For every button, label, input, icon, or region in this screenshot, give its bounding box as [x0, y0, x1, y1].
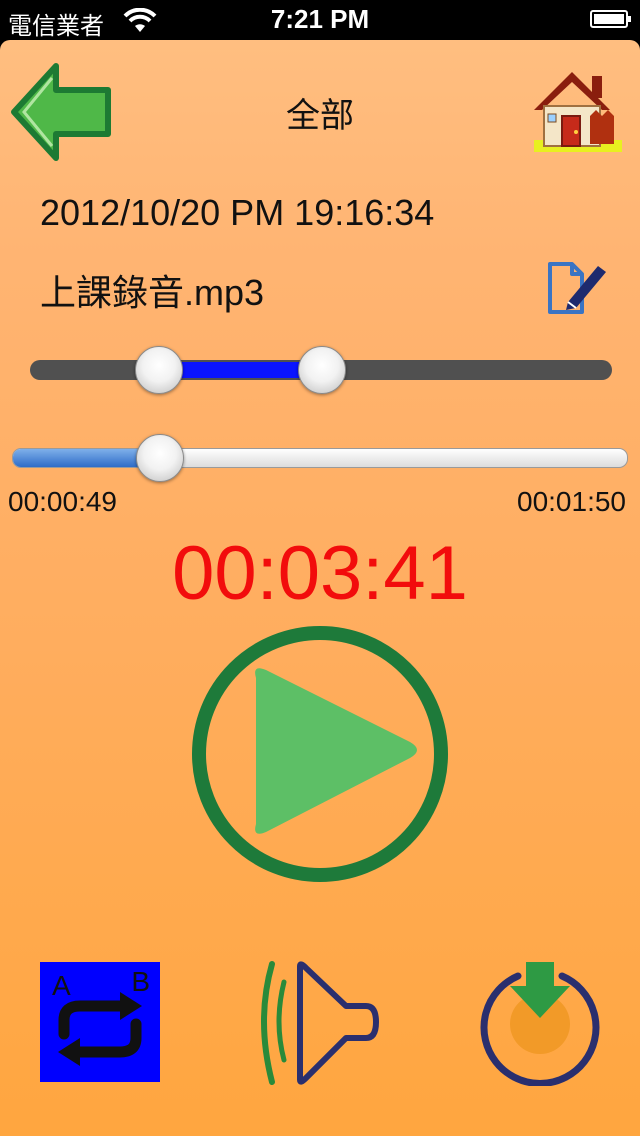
- recording-filename: 上課錄音.mp3: [40, 272, 265, 313]
- range-end-handle[interactable]: [298, 346, 346, 394]
- battery-icon: [590, 10, 631, 28]
- progress-track[interactable]: [12, 448, 628, 468]
- repeat-icon: [58, 992, 142, 1066]
- status-bar: 電信業者 7:21 PM: [0, 0, 640, 40]
- volume-button[interactable]: [254, 960, 384, 1086]
- end-time: 00:01:50: [517, 486, 626, 517]
- download-icon: [480, 962, 600, 1087]
- download-button[interactable]: [478, 958, 602, 1087]
- house-icon: [534, 72, 622, 152]
- current-time: 00:00:49: [8, 486, 117, 517]
- speaker-icon: [261, 961, 379, 1085]
- ab-repeat-button[interactable]: A B: [40, 962, 160, 1082]
- edit-document-icon: [548, 262, 606, 314]
- play-button[interactable]: [190, 624, 450, 884]
- home-button[interactable]: [526, 66, 622, 156]
- range-start-handle[interactable]: [135, 346, 184, 394]
- player-screen: 全部 2012/10/20 PM 19:16:34 上課錄音.mp3 00:00…: [0, 40, 640, 1136]
- progress-handle[interactable]: [136, 434, 185, 482]
- play-icon: [192, 626, 448, 882]
- recording-datetime: 2012/10/20 PM 19:16:34: [40, 192, 435, 233]
- total-duration: 00:03:41: [172, 531, 468, 616]
- status-time: 7:21 PM: [270, 4, 370, 34]
- edit-button[interactable]: [542, 252, 610, 318]
